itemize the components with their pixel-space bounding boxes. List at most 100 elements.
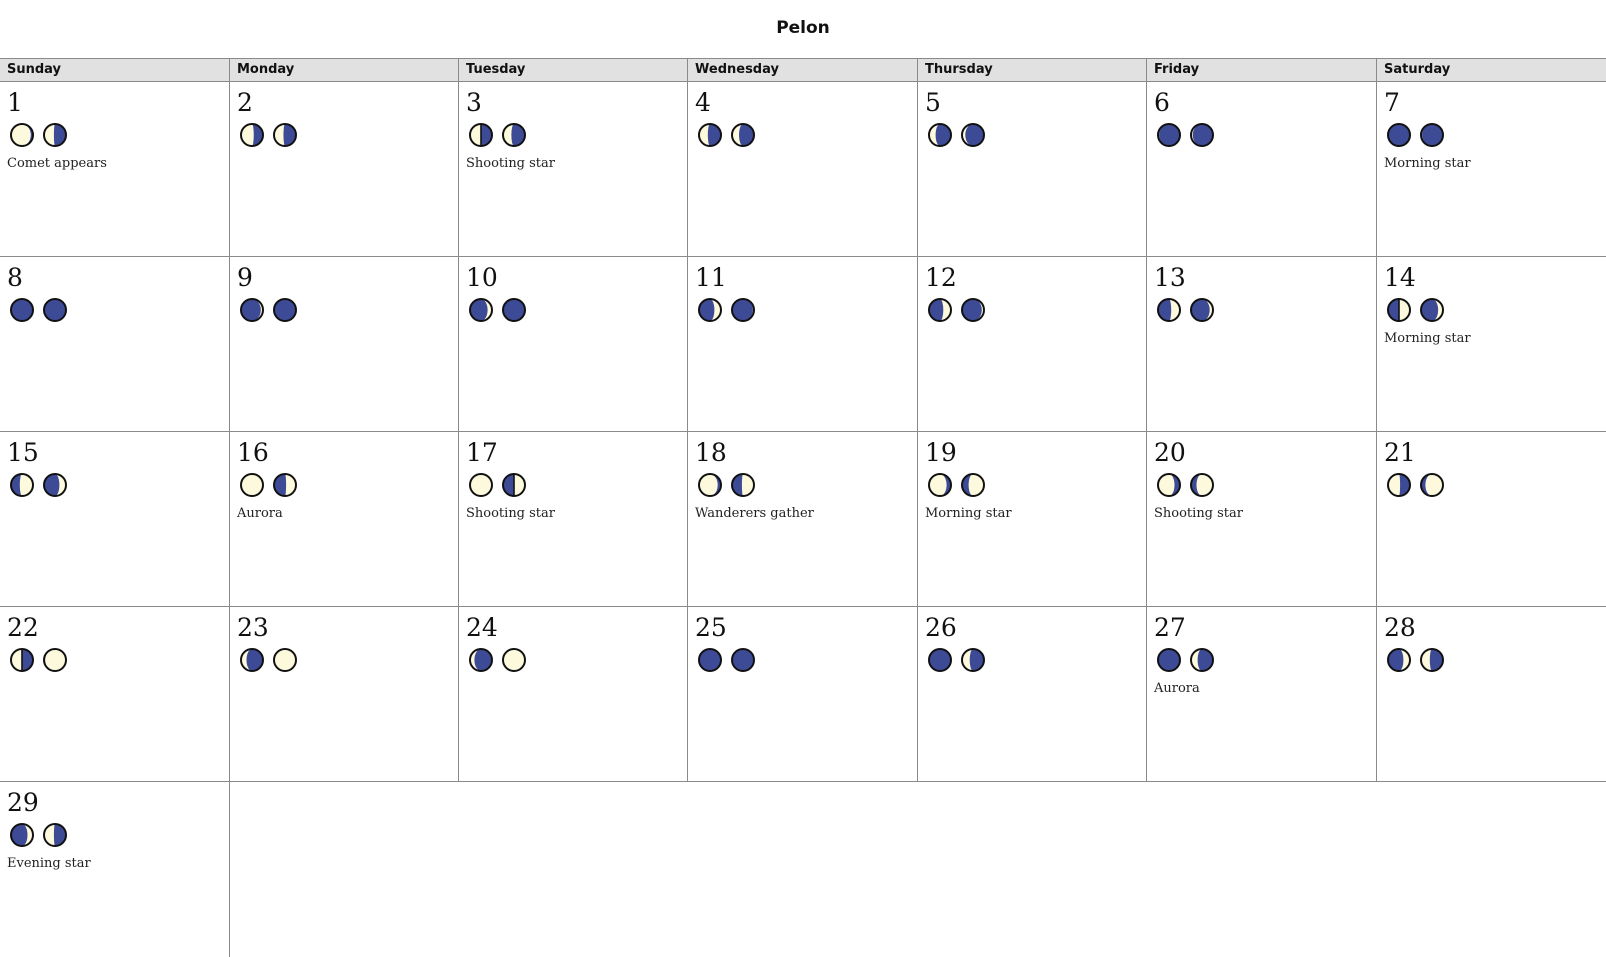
empty-day-cell (458, 782, 687, 957)
day-cell[interactable]: 2 (229, 82, 458, 256)
day-cell[interactable]: 10 (458, 257, 687, 431)
day-cell[interactable]: 14 Morning star (1376, 257, 1606, 431)
moon-phases (927, 297, 986, 325)
moon-phase-icon (10, 473, 34, 497)
day-number: 11 (695, 263, 727, 292)
day-number: 3 (466, 88, 482, 117)
moon-phases (1156, 472, 1215, 500)
moon-phase-icon (1420, 123, 1444, 147)
moon-phases (239, 297, 298, 325)
moon-phase-icon (469, 298, 493, 322)
day-event-note: Wanderers gather (695, 506, 814, 521)
moon-phase-icon (928, 473, 952, 497)
day-number: 20 (1154, 438, 1186, 467)
day-cell[interactable]: 5 (917, 82, 1146, 256)
day-cell[interactable]: 28 (1376, 607, 1606, 781)
moon-phase-icon (961, 648, 985, 672)
day-cell[interactable]: 23 (229, 607, 458, 781)
day-cell[interactable]: 22 (0, 607, 229, 781)
moon-phases (239, 472, 298, 500)
calendar-week-row: 22 23 24 25 26 27 Aurora 28 (0, 607, 1606, 782)
moon-phase-icon (43, 123, 67, 147)
moon-phase-icon (10, 648, 34, 672)
weekday-header-wednesday: Wednesday (687, 59, 917, 81)
day-cell[interactable]: 24 (458, 607, 687, 781)
moon-phases (927, 122, 986, 150)
moon-phase-icon (698, 123, 722, 147)
moon-phase-icon (1420, 648, 1444, 672)
day-number: 9 (237, 263, 253, 292)
moon-phase-icon (469, 648, 493, 672)
moon-phase-icon (1157, 473, 1181, 497)
moon-phase-icon (43, 473, 67, 497)
day-cell[interactable]: 12 (917, 257, 1146, 431)
moon-phase-icon (43, 298, 67, 322)
day-number: 21 (1384, 438, 1416, 467)
moon-phases (1386, 297, 1445, 325)
day-number: 27 (1154, 613, 1186, 642)
day-number: 24 (466, 613, 498, 642)
moon-phase-icon (698, 473, 722, 497)
day-cell[interactable]: 6 (1146, 82, 1376, 256)
day-cell[interactable]: 20 Shooting star (1146, 432, 1376, 606)
day-event-note: Aurora (1154, 681, 1200, 696)
day-cell[interactable]: 19 Morning star (917, 432, 1146, 606)
day-event-note: Shooting star (1154, 506, 1244, 521)
day-cell[interactable]: 29 Evening star (0, 782, 229, 957)
weekday-header-row: Sunday Monday Tuesday Wednesday Thursday… (0, 58, 1606, 82)
day-cell[interactable]: 25 (687, 607, 917, 781)
moon-phase-icon (1387, 123, 1411, 147)
day-event-note: Morning star (1384, 331, 1471, 346)
day-number: 2 (237, 88, 253, 117)
moon-phase-icon (1420, 298, 1444, 322)
moon-phase-icon (43, 823, 67, 847)
day-cell[interactable]: 8 (0, 257, 229, 431)
day-event-note: Evening star (7, 856, 91, 871)
moon-phases (1386, 472, 1445, 500)
weekday-header-thursday: Thursday (917, 59, 1146, 81)
day-number: 19 (925, 438, 957, 467)
day-cell[interactable]: 15 (0, 432, 229, 606)
day-event-note: Comet appears (7, 156, 107, 171)
weekday-header-friday: Friday (1146, 59, 1376, 81)
weekday-header-tuesday: Tuesday (458, 59, 687, 81)
day-cell[interactable]: 26 (917, 607, 1146, 781)
day-cell[interactable]: 1 Comet appears (0, 82, 229, 256)
day-cell[interactable]: 9 (229, 257, 458, 431)
moon-phase-icon (698, 298, 722, 322)
calendar-week-row: 29 Evening star (0, 782, 1606, 957)
month-calendar: Sunday Monday Tuesday Wednesday Thursday… (0, 58, 1606, 957)
day-cell[interactable]: 7 Morning star (1376, 82, 1606, 256)
day-cell[interactable]: 13 (1146, 257, 1376, 431)
moon-phase-icon (731, 648, 755, 672)
moon-phases (9, 822, 68, 850)
moon-phase-icon (10, 823, 34, 847)
day-event-note: Shooting star (466, 506, 556, 521)
weekday-header-monday: Monday (229, 59, 458, 81)
moon-phases (697, 122, 756, 150)
empty-day-cell (687, 782, 917, 957)
day-cell[interactable]: 21 (1376, 432, 1606, 606)
moon-phase-icon (1190, 298, 1214, 322)
day-number: 15 (7, 438, 39, 467)
weekday-header-saturday: Saturday (1376, 59, 1606, 81)
moon-phases (9, 122, 68, 150)
day-cell[interactable]: 3 Shooting star (458, 82, 687, 256)
moon-phase-icon (273, 123, 297, 147)
day-number: 13 (1154, 263, 1186, 292)
day-cell[interactable]: 4 (687, 82, 917, 256)
day-cell[interactable]: 18 Wanderers gather (687, 432, 917, 606)
day-cell[interactable]: 27 Aurora (1146, 607, 1376, 781)
moon-phase-icon (1190, 123, 1214, 147)
moon-phase-icon (1387, 648, 1411, 672)
moon-phases (927, 472, 986, 500)
day-number: 7 (1384, 88, 1400, 117)
day-cell[interactable]: 17 Shooting star (458, 432, 687, 606)
day-event-note: Morning star (1384, 156, 1471, 171)
moon-phase-icon (1420, 473, 1444, 497)
moon-phases (468, 472, 527, 500)
day-cell[interactable]: 11 (687, 257, 917, 431)
moon-phase-icon (240, 298, 264, 322)
day-number: 29 (7, 788, 39, 817)
day-cell[interactable]: 16 Aurora (229, 432, 458, 606)
